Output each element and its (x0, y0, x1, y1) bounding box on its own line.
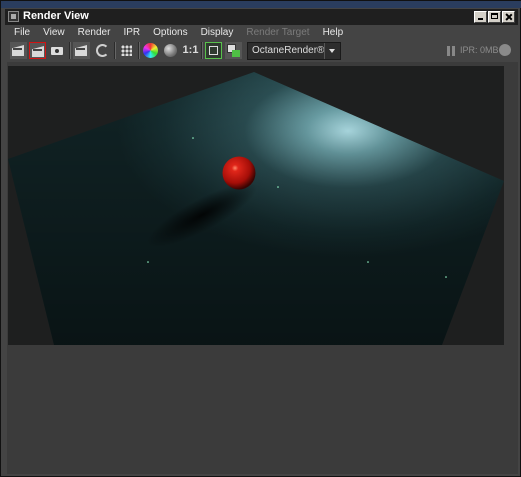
window-app-icon (8, 11, 19, 22)
sparkle (192, 137, 194, 139)
ipr-render-icon[interactable] (73, 42, 90, 59)
ipr-memory-status: IPR: 0MB (460, 45, 499, 55)
close-button[interactable] (502, 11, 515, 23)
minimize-button[interactable] (474, 11, 487, 23)
menu-bar: File View Render IPR Options Display Ren… (7, 26, 349, 40)
menu-view[interactable]: View (36, 26, 71, 40)
frame-image-icon[interactable] (205, 42, 222, 59)
toolbar-separator (69, 42, 71, 59)
sparkle (147, 261, 149, 263)
real-size-button[interactable]: 1:1 (181, 42, 200, 59)
window-title: Render View (23, 10, 89, 22)
toolbar-separator (201, 42, 203, 59)
toolbar-separator (138, 42, 140, 59)
menu-options[interactable]: Options (146, 26, 193, 40)
render-image-svg (8, 66, 504, 345)
sparkle (445, 276, 447, 278)
window-controls (474, 11, 515, 23)
renderer-select-value: OctaneRender® (252, 45, 325, 56)
alpha-sphere-icon[interactable] (162, 42, 179, 59)
rendered-image (8, 66, 504, 345)
renderer-select[interactable]: OctaneRender® (247, 42, 341, 60)
menu-file[interactable]: File (7, 26, 36, 40)
menu-help[interactable]: Help (316, 26, 350, 40)
ipr-status-light-icon (499, 44, 511, 56)
display-settings-icon[interactable] (225, 42, 242, 59)
sparkle (367, 261, 369, 263)
chevron-down-icon[interactable] (324, 43, 340, 59)
region-grid-icon[interactable] (118, 42, 135, 59)
sparkle (277, 186, 279, 188)
pause-icon[interactable] (447, 46, 455, 56)
menu-render-target: Render Target (246, 27, 310, 38)
menu-ipr[interactable]: IPR (116, 26, 146, 40)
maximize-button[interactable] (488, 11, 501, 23)
title-bar[interactable]: Render View (5, 9, 518, 25)
redo-render-icon[interactable] (10, 42, 27, 59)
menu-display[interactable]: Display (194, 26, 240, 40)
red-sphere (222, 156, 256, 190)
snapshot-camera-icon[interactable] (49, 42, 66, 59)
menu-render[interactable]: Render (71, 26, 117, 40)
render-region-icon[interactable] (29, 42, 46, 59)
toolbar: 1:1 OctaneRender® IPR: 0MB (7, 40, 518, 61)
color-channels-icon[interactable] (142, 42, 159, 59)
desktop-strip (1, 1, 521, 8)
render-view-window: Render View File View Render IPR Options… (0, 0, 521, 477)
toolbar-separator (114, 42, 116, 59)
refresh-icon[interactable] (94, 42, 111, 59)
